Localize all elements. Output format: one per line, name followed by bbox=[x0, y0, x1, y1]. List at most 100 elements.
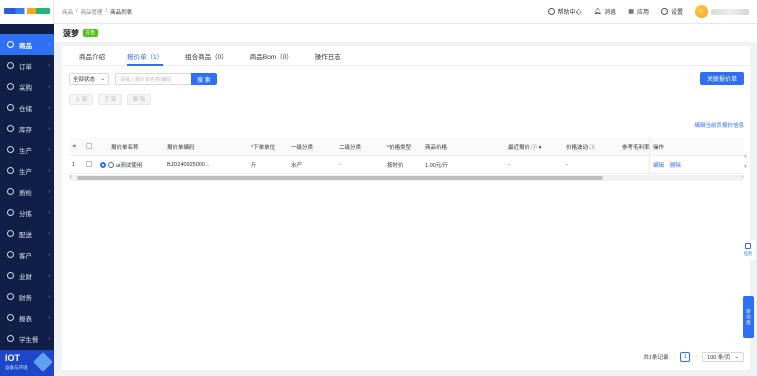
apps-button[interactable]: ▦ 应用 bbox=[628, 7, 649, 16]
breadcrumb-goods-mgmt[interactable]: 商品管理 bbox=[81, 8, 103, 16]
chevron-right-icon: › bbox=[48, 209, 50, 216]
pagination: 共1条记录 ‹ 1 › 100 条/页 ⌄ bbox=[643, 352, 744, 362]
task-icon bbox=[745, 243, 751, 249]
sidebar-item-purchase[interactable]: 采购 › bbox=[0, 76, 54, 97]
order-unit[interactable]: 斤 bbox=[248, 161, 288, 169]
sidebar-item-warehouse[interactable]: 仓储 › bbox=[0, 97, 54, 118]
sidebar-item-delivery[interactable]: 配送 › bbox=[0, 223, 54, 244]
logo[interactable] bbox=[0, 0, 54, 24]
category-2: - bbox=[339, 161, 341, 168]
scroll-left-icon[interactable]: ‹ bbox=[70, 174, 72, 180]
tab-bom[interactable]: 商品Bom（0） bbox=[239, 46, 304, 65]
delete-button[interactable]: 删 除 bbox=[127, 93, 151, 105]
chevron-right-icon: › bbox=[48, 41, 50, 48]
sidebar-item-finance[interactable]: 财务 › bbox=[0, 286, 54, 307]
tab-log[interactable]: 操作日志 bbox=[304, 46, 352, 65]
help-icon bbox=[547, 8, 555, 15]
col-code: 报价单编码 bbox=[167, 144, 195, 151]
meal-icon bbox=[7, 335, 14, 342]
sidebar-item-sorting[interactable]: 分拣 › bbox=[0, 202, 54, 223]
detail-card: 商品介绍 报价单（1） 组合商品（0） 商品Bom（0） 操作日志 全部状态 ⌄ … bbox=[62, 46, 750, 370]
edit-page-quotes-link[interactable]: 编辑当前页报价信息 bbox=[694, 121, 744, 129]
col-price: 商品价格 bbox=[425, 144, 448, 151]
row-checkbox[interactable] bbox=[83, 160, 97, 169]
sidebar-item-reports[interactable]: 报表 › bbox=[0, 307, 54, 328]
col-margin: 参考毛利率 bbox=[622, 144, 649, 151]
select-all-checkbox[interactable] bbox=[83, 142, 97, 151]
sidebar-item-customer[interactable]: 客户 › bbox=[0, 244, 54, 265]
scroll-right-icon[interactable]: › bbox=[741, 174, 743, 180]
search-button[interactable]: 搜 索 bbox=[191, 73, 217, 85]
user-menu[interactable] bbox=[695, 5, 749, 18]
chevron-right-icon: › bbox=[48, 230, 50, 237]
chevron-right-icon: › bbox=[48, 146, 50, 153]
help-center-button[interactable]: 帮助中心 bbox=[547, 7, 582, 16]
status-badge: 在售 bbox=[83, 29, 98, 37]
task-float-button[interactable]: 任务 bbox=[741, 240, 755, 260]
chevron-right-icon: › bbox=[48, 104, 50, 111]
search-input[interactable]: 请输入报价单名称/编码 bbox=[115, 73, 191, 85]
customer-icon bbox=[7, 251, 14, 258]
tab-bar: 商品介绍 报价单（1） 组合商品（0） 商品Bom（0） 操作日志 bbox=[62, 46, 750, 66]
table-header: ≑ 报价单名称 报价单编码 *下单单位 一级分类 二级分类 *价格类型 商品价格… bbox=[69, 138, 744, 156]
vertical-scrollbar[interactable]: ˄ ˅ bbox=[744, 154, 749, 174]
messages-button[interactable]: 🔔︎ 消息 bbox=[594, 7, 617, 16]
chevron-right-icon: › bbox=[48, 335, 50, 342]
col-price-type: *价格类型 bbox=[387, 144, 412, 151]
finance-icon bbox=[7, 272, 14, 279]
col-cat1: 一级分类 bbox=[291, 144, 314, 151]
goods-price[interactable]: 1.00元/斤 bbox=[422, 161, 505, 169]
sidebar-item-qc[interactable]: 质检 › bbox=[0, 181, 54, 202]
tab-combo[interactable]: 组合商品（0） bbox=[174, 46, 239, 65]
column-settings-icon[interactable]: ≑ bbox=[69, 144, 83, 150]
delete-link[interactable]: 删除 bbox=[670, 161, 681, 169]
filter-icon[interactable]: ▾ bbox=[539, 145, 542, 151]
help-icon[interactable]: ⓘ bbox=[590, 145, 596, 151]
tab-quotations[interactable]: 报价单（1） bbox=[116, 46, 174, 66]
help-icon[interactable]: ⓘ bbox=[532, 145, 538, 151]
sidebar-item-inventory[interactable]: 库存 › bbox=[0, 118, 54, 139]
page-size-select[interactable]: 100 条/页 ⌄ bbox=[702, 352, 744, 362]
col-cat2: 二级分类 bbox=[339, 144, 362, 151]
sidebar-item-production-2[interactable]: 生产 › bbox=[0, 160, 54, 181]
link-quotation-button[interactable]: 关联报价单 bbox=[699, 72, 744, 85]
list-on-button[interactable]: 上 架 bbox=[69, 93, 93, 105]
sidebar-item-orders[interactable]: 订单 › bbox=[0, 55, 54, 76]
prev-page-icon[interactable]: ‹ bbox=[673, 354, 675, 360]
sidebar-item-production[interactable]: 生产 › bbox=[0, 139, 54, 160]
edit-link[interactable]: 编辑 bbox=[653, 161, 664, 169]
horizontal-scrollbar[interactable]: ‹ › bbox=[69, 174, 744, 181]
price-type[interactable]: 按时价 bbox=[384, 161, 422, 169]
next-page-icon[interactable]: › bbox=[695, 354, 697, 360]
settings-button[interactable]: 设置 bbox=[660, 7, 683, 16]
scroll-down-icon[interactable]: ˅ bbox=[744, 164, 749, 170]
list-off-button[interactable]: 下 架 bbox=[98, 93, 122, 105]
status-select[interactable]: 全部状态 ⌄ bbox=[69, 73, 109, 85]
iot-entry[interactable]: IOT 设备与环境 bbox=[0, 350, 54, 376]
col-unit: *下单单位 bbox=[251, 144, 276, 151]
scroll-up-icon[interactable]: ˄ bbox=[744, 154, 749, 160]
main-content: 菠萝 在售 商品介绍 报价单（1） 组合商品（0） 商品Bom（0） 操作日志 … bbox=[54, 24, 757, 376]
chevron-right-icon: › bbox=[48, 314, 50, 321]
chevron-right-icon: › bbox=[48, 272, 50, 279]
sidebar-menu: 商品 › 订单 › 采购 › 仓储 › 库存 › 生产 › 生产 › 质检 › 分拣 › 配送 › … bbox=[0, 24, 54, 349]
goods-icon bbox=[7, 41, 14, 48]
page-title: 菠萝 bbox=[63, 28, 79, 38]
sidebar-item-goods[interactable]: 商品 › bbox=[0, 34, 54, 55]
page-1-button[interactable]: 1 bbox=[680, 352, 691, 362]
sidebar-item-business-finance[interactable]: 业财 › bbox=[0, 265, 54, 286]
table-row[interactable]: 1 ai测试使用 BJD240925000... 斤 水产 - 按时价 1.00… bbox=[69, 156, 744, 174]
sidebar-item-student-meal[interactable]: 学生餐 › bbox=[0, 328, 54, 349]
col-last-quote: 最近报价 ⓘ ▾ bbox=[508, 144, 542, 151]
breadcrumb-goods[interactable]: 商品 bbox=[62, 8, 73, 16]
quotation-name: ai测试使用 bbox=[97, 161, 164, 169]
inventory-icon bbox=[7, 125, 14, 132]
scrollbar-thumb[interactable] bbox=[77, 176, 603, 180]
default-radio-icon[interactable] bbox=[100, 162, 106, 169]
qc-icon bbox=[7, 188, 14, 195]
sorting-icon bbox=[7, 209, 14, 216]
category-1: 水产 bbox=[291, 162, 303, 169]
new-features-float-button[interactable]: 新功能 bbox=[743, 296, 754, 338]
gear-icon bbox=[660, 8, 668, 15]
tab-intro[interactable]: 商品介绍 bbox=[68, 46, 116, 65]
